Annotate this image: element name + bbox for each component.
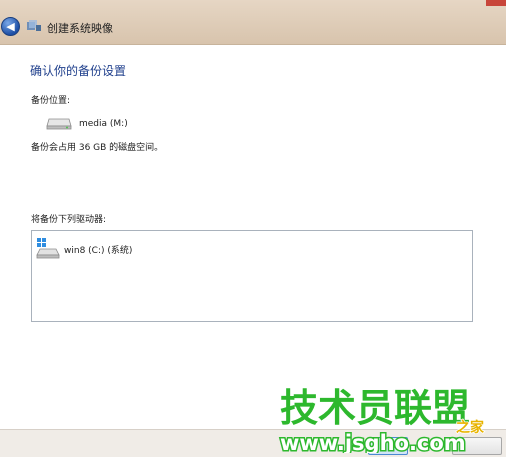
drives-list[interactable]: win8 (C:) (系统): [31, 230, 473, 322]
drive-name: win8 (C:) (系统): [64, 246, 133, 256]
cancel-button[interactable]: [452, 437, 502, 455]
title-bar: ◀ 创建系统映像: [0, 0, 506, 45]
start-backup-button[interactable]: [368, 437, 408, 455]
drives-list-label: 将备份下列驱动器:: [31, 215, 107, 225]
page-heading: 确认你的备份设置: [30, 64, 127, 78]
close-button[interactable]: [486, 0, 506, 6]
window-title: 创建系统映像: [47, 22, 113, 35]
space-required-note: 备份会占用 36 GB 的磁盘空间。: [31, 143, 164, 153]
hard-drive-icon: [46, 118, 72, 130]
back-button[interactable]: ◀: [1, 17, 20, 36]
back-arrow-icon: ◀: [6, 20, 15, 33]
windows-backup-icon: [27, 20, 41, 31]
watermark-line1: 技术员联盟: [280, 386, 470, 430]
backup-location-label: 备份位置:: [31, 96, 71, 106]
backup-destination-name: media (M:): [79, 119, 128, 129]
footer-bar: [0, 429, 506, 457]
windows-drive-icon: [36, 238, 60, 259]
